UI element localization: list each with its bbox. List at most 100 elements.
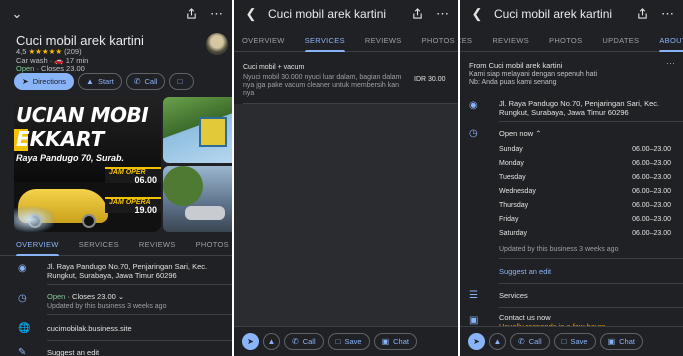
star-rating-icon: ★★★★★ xyxy=(28,47,63,56)
day: Monday xyxy=(499,160,524,167)
back-arrow-icon[interactable]: ❮ xyxy=(242,6,260,22)
hours-open: Open xyxy=(47,292,66,301)
schedule-row-sunday: Sunday 06.00–23.00 xyxy=(499,146,671,153)
tab-reviews[interactable]: REVIEWS xyxy=(139,240,176,255)
divider xyxy=(47,340,232,341)
back-arrow-icon[interactable]: ❮ xyxy=(468,6,486,22)
from-business-title: From Cuci mobil arek kartini xyxy=(469,61,563,70)
tab-reviews[interactable]: REVIEWS xyxy=(492,36,529,51)
chevron-down-icon[interactable]: ⌄ xyxy=(8,6,26,22)
navigation-arrow-icon: ▲ xyxy=(86,77,94,86)
share-icon[interactable] xyxy=(408,7,426,22)
suggest-edit-text: Suggest an edit xyxy=(47,348,100,356)
service-name: Cuci mobil + vacum xyxy=(243,64,305,71)
chevron-up-icon[interactable]: ⌃ xyxy=(535,129,541,138)
list-icon: ☰ xyxy=(469,290,478,301)
website-text: cucimobilak.business.site xyxy=(47,324,132,333)
rating-line[interactable]: 4,5 ★★★★★ (209) xyxy=(16,47,82,56)
hours: 06.00–23.00 xyxy=(632,202,671,209)
day: Thursday xyxy=(499,202,529,209)
divider xyxy=(499,121,683,122)
tab-services[interactable]: SERVICES xyxy=(79,240,119,255)
divider xyxy=(499,258,683,259)
tab-services[interactable]: SERVICES xyxy=(304,36,346,52)
tab-reviews[interactable]: REVIEWS xyxy=(365,36,402,51)
service-description: Nyuci mobil 30.000 nyuci luar dalam, bag… xyxy=(243,74,402,97)
tab-photos[interactable]: PHOTOS xyxy=(422,36,455,51)
share-icon[interactable] xyxy=(633,7,651,22)
chat-button[interactable]: ▣ Chat xyxy=(599,333,643,350)
hours-line[interactable]: Open · Closes 23.00 xyxy=(16,64,85,73)
tab-overview[interactable]: OVERVIEW xyxy=(242,36,285,51)
directions-button[interactable]: ➤ Directions xyxy=(14,73,75,90)
call-button[interactable]: ✆ Call xyxy=(510,333,550,350)
more-options-icon[interactable]: ⋯ xyxy=(666,58,675,69)
schedule-row-thursday: Thursday 06.00–23.00 xyxy=(499,202,671,209)
photo-main[interactable]: UCIAN MOBI EKKART Raya Pandugo 70, Surab… xyxy=(14,97,161,232)
call-button[interactable]: ✆ Call xyxy=(125,73,166,90)
overview-panel: ⌄ ⋯ Cuci mobil arek kartini 4,5 ★★★★★ (2… xyxy=(0,0,232,356)
photo-hours-sign-2: JAM OPERA 19.00 xyxy=(105,197,161,215)
more-options-icon[interactable]: ⋯ xyxy=(210,6,224,22)
photo-thumbnail-2[interactable] xyxy=(163,166,232,232)
about-panel: ❮ Cuci mobil arek kartini ⋯ CES REVIEWS … xyxy=(460,0,683,356)
chat-icon: ▣ xyxy=(607,337,616,346)
bookmark-icon: □ xyxy=(177,77,183,86)
call-button[interactable]: ✆ Call xyxy=(284,333,324,350)
location-pin-icon: ◉ xyxy=(469,100,478,111)
tab-services[interactable]: CES xyxy=(460,36,472,51)
directions-icon[interactable]: ➤ xyxy=(242,333,259,350)
photo-water-splash xyxy=(14,207,54,232)
services-panel: ❮ Cuci mobil arek kartini ⋯ OVERVIEW SER… xyxy=(234,0,458,356)
more-options-icon[interactable]: ⋯ xyxy=(661,6,675,22)
save-button[interactable]: □ Save xyxy=(553,333,596,350)
top-bar: ❮ Cuci mobil arek kartini ⋯ xyxy=(460,0,683,28)
save-button[interactable]: □ xyxy=(169,73,195,90)
tab-photos[interactable]: PHOTOS xyxy=(549,36,582,51)
chat-icon: ▣ xyxy=(469,315,479,326)
share-icon[interactable] xyxy=(182,7,200,22)
hours-chevron-icon[interactable]: ⌄ xyxy=(118,292,124,301)
day: Tuesday xyxy=(499,174,526,181)
divider xyxy=(47,284,232,285)
more-options-icon[interactable]: ⋯ xyxy=(436,6,450,22)
tab-updates[interactable]: UPDATES xyxy=(602,36,639,51)
suggest-edit-link[interactable]: Suggest an edit xyxy=(499,267,551,276)
rating-value: 4,5 xyxy=(16,47,27,56)
header-title: Cuci mobil arek kartini xyxy=(268,7,387,21)
navigation-arrow-icon[interactable]: ▲ xyxy=(489,333,506,350)
save-button[interactable]: □ Save xyxy=(327,333,370,350)
bottom-action-bar: ➤ ▲ ✆ Call □ Save ▣ Chat xyxy=(460,326,683,356)
photo-sign-address: Raya Pandugo 70, Surab. xyxy=(16,153,125,163)
phone-icon: ✆ xyxy=(133,77,141,86)
place-title: Cuci mobil arek kartini xyxy=(16,33,144,48)
address-text: Jl. Raya Pandugo No.70, Penjaringan Sari… xyxy=(47,262,208,280)
action-chips: ➤ Directions ▲ Start ✆ Call □ xyxy=(14,73,195,90)
hours: 06.00–23.00 xyxy=(632,188,671,195)
directions-icon[interactable]: ➤ xyxy=(468,333,485,350)
tab-about[interactable]: ABOUT xyxy=(659,36,683,52)
start-button[interactable]: ▲ Start xyxy=(78,73,122,90)
open-status: Open xyxy=(16,64,35,73)
review-count: (209) xyxy=(64,47,82,56)
chat-icon: ▣ xyxy=(381,337,390,346)
business-logo xyxy=(206,33,228,55)
start-label: Start xyxy=(97,77,114,86)
chat-button[interactable]: ▣ Chat xyxy=(373,333,417,350)
navigation-arrow-icon[interactable]: ▲ xyxy=(263,333,280,350)
from-line-2: Nb: Anda puas kami senang xyxy=(469,79,557,86)
address-text: Jl. Raya Pandugo No.70, Penjaringan Sari… xyxy=(499,99,660,117)
tab-overview[interactable]: OVERVIEW xyxy=(16,240,59,256)
tab-photos[interactable]: PHOTOS xyxy=(196,240,229,255)
empty-content-area xyxy=(234,104,458,326)
photo-thumbnail-1[interactable] xyxy=(163,97,232,163)
jam2-value: 19.00 xyxy=(134,205,157,215)
globe-icon: 🌐 xyxy=(18,323,31,334)
divider xyxy=(499,307,683,308)
directions-label: Directions xyxy=(32,77,67,86)
bottom-action-bar: ➤ ▲ ✆ Call □ Save ▣ Chat xyxy=(234,326,458,356)
photo-sign-line1: UCIAN MOBI xyxy=(16,103,149,127)
location-pin-icon: ◉ xyxy=(18,263,27,274)
phone-icon: ✆ xyxy=(292,337,299,346)
hours: 06.00–23.00 xyxy=(632,146,671,153)
